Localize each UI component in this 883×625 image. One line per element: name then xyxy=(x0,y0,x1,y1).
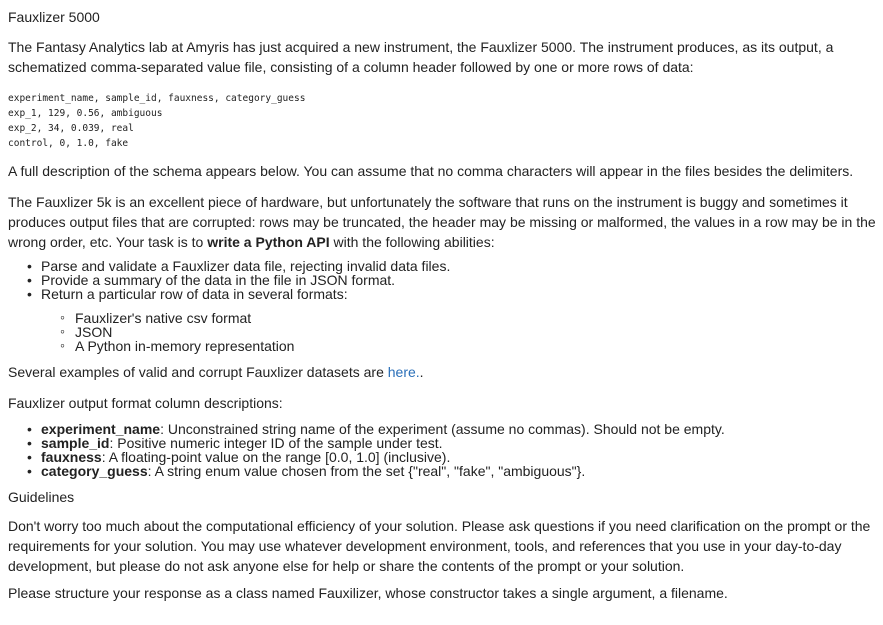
examples-text: Several examples of valid and corrupt Fa… xyxy=(8,364,388,380)
guidelines-heading: Guidelines xyxy=(8,489,75,505)
code-line: exp_1, 129, 0.56, ambiguous xyxy=(8,108,163,119)
examples-tail: . xyxy=(419,364,424,380)
column-desc: : A string enum value chosen from the se… xyxy=(147,463,586,479)
column-name: category_guess xyxy=(41,463,148,479)
list-item: Parse and validate a Fauxlizer data file… xyxy=(8,259,876,273)
list-item: Return a particular row of data in sever… xyxy=(8,287,876,301)
list-item: experiment_name: Unconstrained string na… xyxy=(8,422,876,436)
list-item: category_guess: A string enum value chos… xyxy=(8,464,876,478)
guidelines-paragraph: Don't worry too much about the computati… xyxy=(8,518,871,574)
intro-paragraph: The Fantasy Analytics lab at Amyris has … xyxy=(8,39,834,75)
list-item: JSON xyxy=(8,324,876,339)
code-line: control, 0, 1.0, fake xyxy=(8,138,129,149)
code-sample: experiment_name, sample_id, fauxness, ca… xyxy=(8,91,876,151)
columns-heading: Fauxlizer output format column descripti… xyxy=(8,395,283,411)
examples-paragraph: Several examples of valid and corrupt Fa… xyxy=(8,362,876,382)
columns-list: experiment_name: Unconstrained string na… xyxy=(8,422,876,478)
list-item: Provide a summary of the data in the fil… xyxy=(8,273,876,287)
list-item: Fauxlizer's native csv format xyxy=(8,310,876,325)
document-title: Fauxlizer 5000 xyxy=(8,9,100,25)
schema-note: A full description of the schema appears… xyxy=(8,163,854,179)
list-item: sample_id: Positive numeric integer ID o… xyxy=(8,436,876,450)
task-paragraph: The Fauxlizer 5k is an excellent piece o… xyxy=(8,192,876,252)
formats-list: Fauxlizer's native csv format JSON A Pyt… xyxy=(8,310,876,353)
code-line: experiment_name, sample_id, fauxness, ca… xyxy=(8,93,306,104)
code-line: exp_2, 34, 0.039, real xyxy=(8,123,134,134)
list-item: A Python in-memory representation xyxy=(8,338,876,353)
examples-link[interactable]: here. xyxy=(388,364,420,380)
list-item: fauxness: A floating-point value on the … xyxy=(8,450,876,464)
task-bold: write a Python API xyxy=(207,234,330,250)
task-text-tail: with the following abilities: xyxy=(329,234,495,250)
abilities-list: Parse and validate a Fauxlizer data file… xyxy=(8,259,876,301)
closing-paragraph: Please structure your response as a clas… xyxy=(8,585,728,601)
